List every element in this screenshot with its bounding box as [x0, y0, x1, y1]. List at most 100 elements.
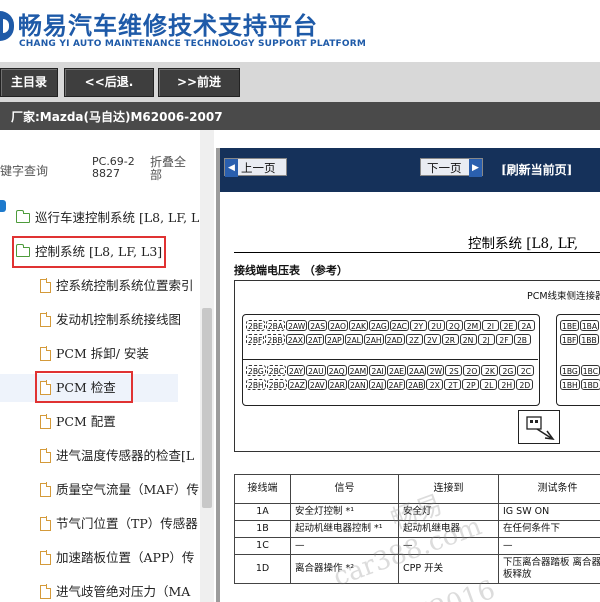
next-page-button[interactable]: 下一页 ▶ [420, 158, 483, 177]
connector-pin: 2AU [306, 365, 326, 376]
connector-pin: 2AY [287, 365, 306, 376]
arrow-right-icon: ▶ [469, 159, 482, 177]
connector-pin: 2AF [386, 379, 406, 390]
connector-pin: 2AL [344, 334, 363, 345]
document-icon [40, 584, 52, 599]
connected-to-cell: CPP 开关 [398, 554, 499, 584]
connector-pin: 2E [499, 320, 517, 331]
keyword-search-link[interactable]: 键字查询 [0, 162, 48, 179]
connector-pin: 2BA [265, 320, 286, 331]
sidebar-scroll-thumb[interactable] [202, 308, 212, 508]
connector-pin: 2BH [246, 379, 266, 390]
tree-item[interactable]: 控制系统 [L8, LF, L3] [16, 238, 200, 266]
connector-pin-row: 1BE 1BA [560, 320, 600, 331]
document-page: 控制系统 [L8, LF, 接线端电压表 （参考） PCM线束侧连接器 2BE 2… [220, 192, 600, 602]
brand-logo-icon [0, 11, 14, 41]
previous-page-label: 上一页 [241, 161, 276, 175]
connector-pin: 2T [444, 379, 462, 390]
document-icon [40, 414, 52, 429]
tree-item[interactable]: 进气歧管绝对压力（MA [40, 578, 200, 602]
connector-pin: 2BD [266, 379, 287, 390]
connector-pin: 2BB [265, 334, 285, 345]
test-condition-cell: 下压离合器踏板 离合器踏板释放 [498, 554, 600, 584]
refresh-page-link[interactable]: [刷新当前页] [501, 161, 572, 178]
connector-pin: 2BE [246, 320, 265, 331]
tree-item[interactable]: 节气门位置（TP）传感器 [40, 510, 200, 538]
keyword-marker-icon [0, 200, 6, 212]
connector-pin: 2AA [406, 365, 427, 376]
tree-item[interactable]: 加速踏板位置（APP）传 [40, 544, 200, 572]
title-divider [234, 252, 600, 253]
connector-pin: 2AM [347, 365, 369, 376]
connector-pin: 2AO [328, 320, 348, 331]
document-icon [40, 550, 52, 565]
connector-pin: 1BF [560, 334, 579, 345]
terminal-cell: 1C [234, 537, 291, 555]
document-icon [40, 380, 52, 395]
section-title: 接线端电压表 （参考） [234, 264, 348, 277]
document-icon [40, 312, 52, 327]
tree-item[interactable]: 发动机控制系统接线图 [40, 306, 200, 334]
tree-item-label: 质量空气流量（MAF）传 [56, 482, 199, 497]
signal-cell: — [290, 537, 399, 555]
tree-item-label: PCM 配置 [56, 414, 116, 429]
document-icon [40, 346, 52, 361]
connector-pin-row: 1BG 1BC [560, 365, 600, 376]
connector-pin: 2BG [246, 365, 266, 376]
collapse-all-link[interactable]: 折叠全部 [150, 156, 190, 182]
terminal-cell: 1D [234, 554, 291, 584]
table-row: 1B 起动机继电器控制 *¹ 起动机继电器 在任何条件下 [234, 520, 600, 538]
folder-open-icon [16, 243, 30, 257]
connector-pin: 2AN [347, 379, 368, 390]
connector-pin: 2AZ [287, 379, 307, 390]
connector-pin: 1BC [580, 365, 600, 376]
connector-pin: 1BH [560, 379, 580, 390]
back-button[interactable]: <<后退. [64, 68, 154, 97]
document-icon [40, 448, 52, 463]
connector-pin: 2BF [246, 334, 265, 345]
connector-pin: 2AQ [326, 365, 347, 376]
connector-pin: 2Y [409, 320, 427, 331]
connector-pin: 2AB [406, 379, 426, 390]
connector-pin: 2AC [389, 320, 409, 331]
content-panel: ◀ 上一页 下一页 ▶ [刷新当前页] 控制系统 [L8, LF, 接线端电压表… [216, 148, 600, 602]
connector-pin: 2C [517, 365, 535, 376]
terminal-cell: 1B [234, 520, 291, 538]
terminal-voltage-table: 接线端 信号 连接到 测试条件 1A 安全灯控制 *¹ 安全灯 IG SW ON 1B 起… [234, 474, 600, 584]
app-header: 畅易汽车维修技术支持平台 CHANG YI AUTO MAINTENANCE T… [0, 0, 600, 62]
connector-pin: 2A [517, 320, 535, 331]
tree-item[interactable]: 控系统控制系统位置索引 [40, 272, 200, 300]
tree-item-selected[interactable]: PCM 检查 [0, 374, 178, 402]
connector-pin: 2AV [307, 379, 327, 390]
connector-pin: 2N [459, 334, 477, 345]
connector-pin: 2I [481, 320, 499, 331]
column-header: 信号 [290, 474, 399, 504]
connector-pin: 2AP [325, 334, 344, 345]
tree-item-label: 进气歧管绝对压力（MA [56, 584, 191, 599]
connected-to-cell: — [398, 537, 499, 555]
connector-pin: 2AI [369, 365, 387, 376]
connector-pin: 2X [426, 379, 444, 390]
sidebar-header: 键字查询 PC.69-28827 折叠全部 [0, 152, 216, 212]
connector-pin: 2R [441, 334, 459, 345]
connector-pin: 2M [463, 320, 481, 331]
home-button[interactable]: 主目录 [0, 68, 58, 97]
forward-button[interactable]: >>前进 [158, 68, 240, 97]
connector-pin: 2AR [327, 379, 347, 390]
connector-pin: 2B [513, 334, 531, 345]
tree-item[interactable]: PCM 配置 [40, 408, 200, 436]
connector-pin: 2F [495, 334, 513, 345]
previous-page-button[interactable]: ◀ 上一页 [224, 158, 287, 177]
tree-item-label: 巡行车速控制系统 [L8, LF, L3 [35, 210, 200, 225]
connector-pin: 2Z [405, 334, 423, 345]
document-icon [40, 278, 52, 293]
connector-pin-row: 2BH 2BD 2AZ 2AV 2AR 2AN 2AJ 2AF 2AB 2X 2T 2P 2L 2H 2D [246, 379, 534, 390]
tree-item[interactable]: 质量空气流量（MAF）传 [40, 476, 200, 504]
table-row: 1D 离合器操作 *² CPP 开关 下压离合器踏板 离合器踏板释放 [234, 554, 600, 584]
connector-pin: 2AJ [368, 379, 386, 390]
connector-pin: 2K [481, 365, 499, 376]
document-icon [40, 516, 52, 531]
tree-item[interactable]: PCM 拆卸/ 安装 [40, 340, 200, 368]
tree-item[interactable]: 进气温度传感器的检查[L [40, 442, 200, 470]
tree-item[interactable]: 巡行车速控制系统 [L8, LF, L3 [16, 204, 200, 232]
